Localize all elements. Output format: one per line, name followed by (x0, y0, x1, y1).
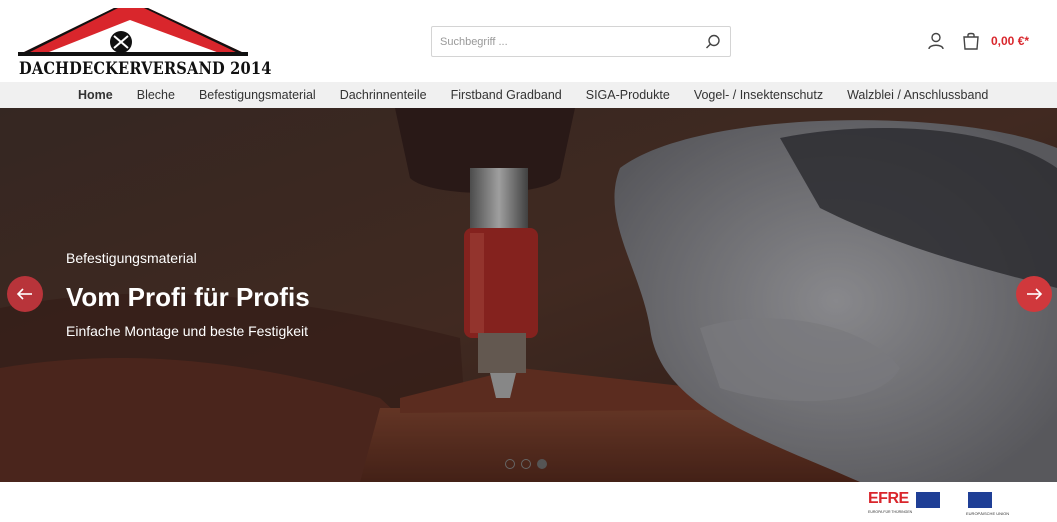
funding-logos: EFRE EUROPA FÜR THÜRINGEN EUROPÄISCHE UN… (0, 482, 1057, 522)
eu-logo: EUROPÄISCHE UNION (966, 490, 1026, 518)
eu-flag-icon (916, 492, 940, 508)
slider-next-button[interactable] (1016, 276, 1052, 312)
logo[interactable]: DACHDECKERVERSAND 2014 (18, 6, 271, 79)
search-button[interactable] (704, 33, 722, 51)
hero-description: Einfache Montage und beste Festigkeit (66, 323, 309, 339)
efre-logo: EFRE EUROPA FÜR THÜRINGEN (868, 490, 943, 518)
nav-item-home[interactable]: Home (66, 88, 125, 102)
search-icon (706, 34, 720, 49)
cart-button[interactable]: 0,00 €* (961, 29, 1029, 53)
hero-subtitle: Befestigungsmaterial (66, 250, 197, 266)
efre-caption: EUROPA FÜR THÜRINGEN (868, 510, 913, 514)
nav-item-vogel-insektenschutz[interactable]: Vogel- / Insektenschutz (682, 88, 835, 102)
site-header: DACHDECKERVERSAND 2014 0,00 €* (0, 0, 1057, 82)
search-input[interactable] (432, 27, 692, 56)
nav-item-dachrinnenteile[interactable]: Dachrinnenteile (328, 88, 439, 102)
nav-item-bleche[interactable]: Bleche (125, 88, 187, 102)
slider-dots (505, 459, 553, 469)
slider-prev-button[interactable] (7, 276, 43, 312)
arrow-right-icon (1027, 288, 1043, 300)
eu-flag-icon (968, 492, 992, 508)
user-icon (928, 32, 944, 50)
slider-dot[interactable] (505, 459, 515, 469)
roof-logo-icon (18, 8, 248, 56)
logo-text: DACHDECKERVERSAND 2014 (19, 59, 272, 79)
slider-dot[interactable] (521, 459, 531, 469)
cart-total: 0,00 €* (991, 34, 1030, 48)
hero-title: Vom Profi für Profis (66, 282, 310, 312)
account-button[interactable] (926, 31, 946, 51)
nav-item-walzblei-anschlussband[interactable]: Walzblei / Anschlussband (835, 88, 1000, 102)
shopping-bag-icon (963, 32, 979, 50)
nav-item-firstband-gradband[interactable]: Firstband Gradband (439, 88, 574, 102)
main-navigation: Home Bleche Befestigungsmaterial Dachrin… (0, 82, 1057, 108)
arrow-left-icon (16, 288, 32, 300)
nav-item-befestigungsmaterial[interactable]: Befestigungsmaterial (187, 88, 328, 102)
nav-item-siga-produkte[interactable]: SIGA-Produkte (574, 88, 682, 102)
hero-slider: Befestigungsmaterial Vom Profi für Profi… (0, 108, 1057, 482)
search-box[interactable] (431, 26, 731, 57)
eu-caption: EUROPÄISCHE UNION (966, 511, 1010, 516)
efre-label: EFRE (868, 490, 909, 507)
slider-dot-active[interactable] (537, 459, 547, 469)
